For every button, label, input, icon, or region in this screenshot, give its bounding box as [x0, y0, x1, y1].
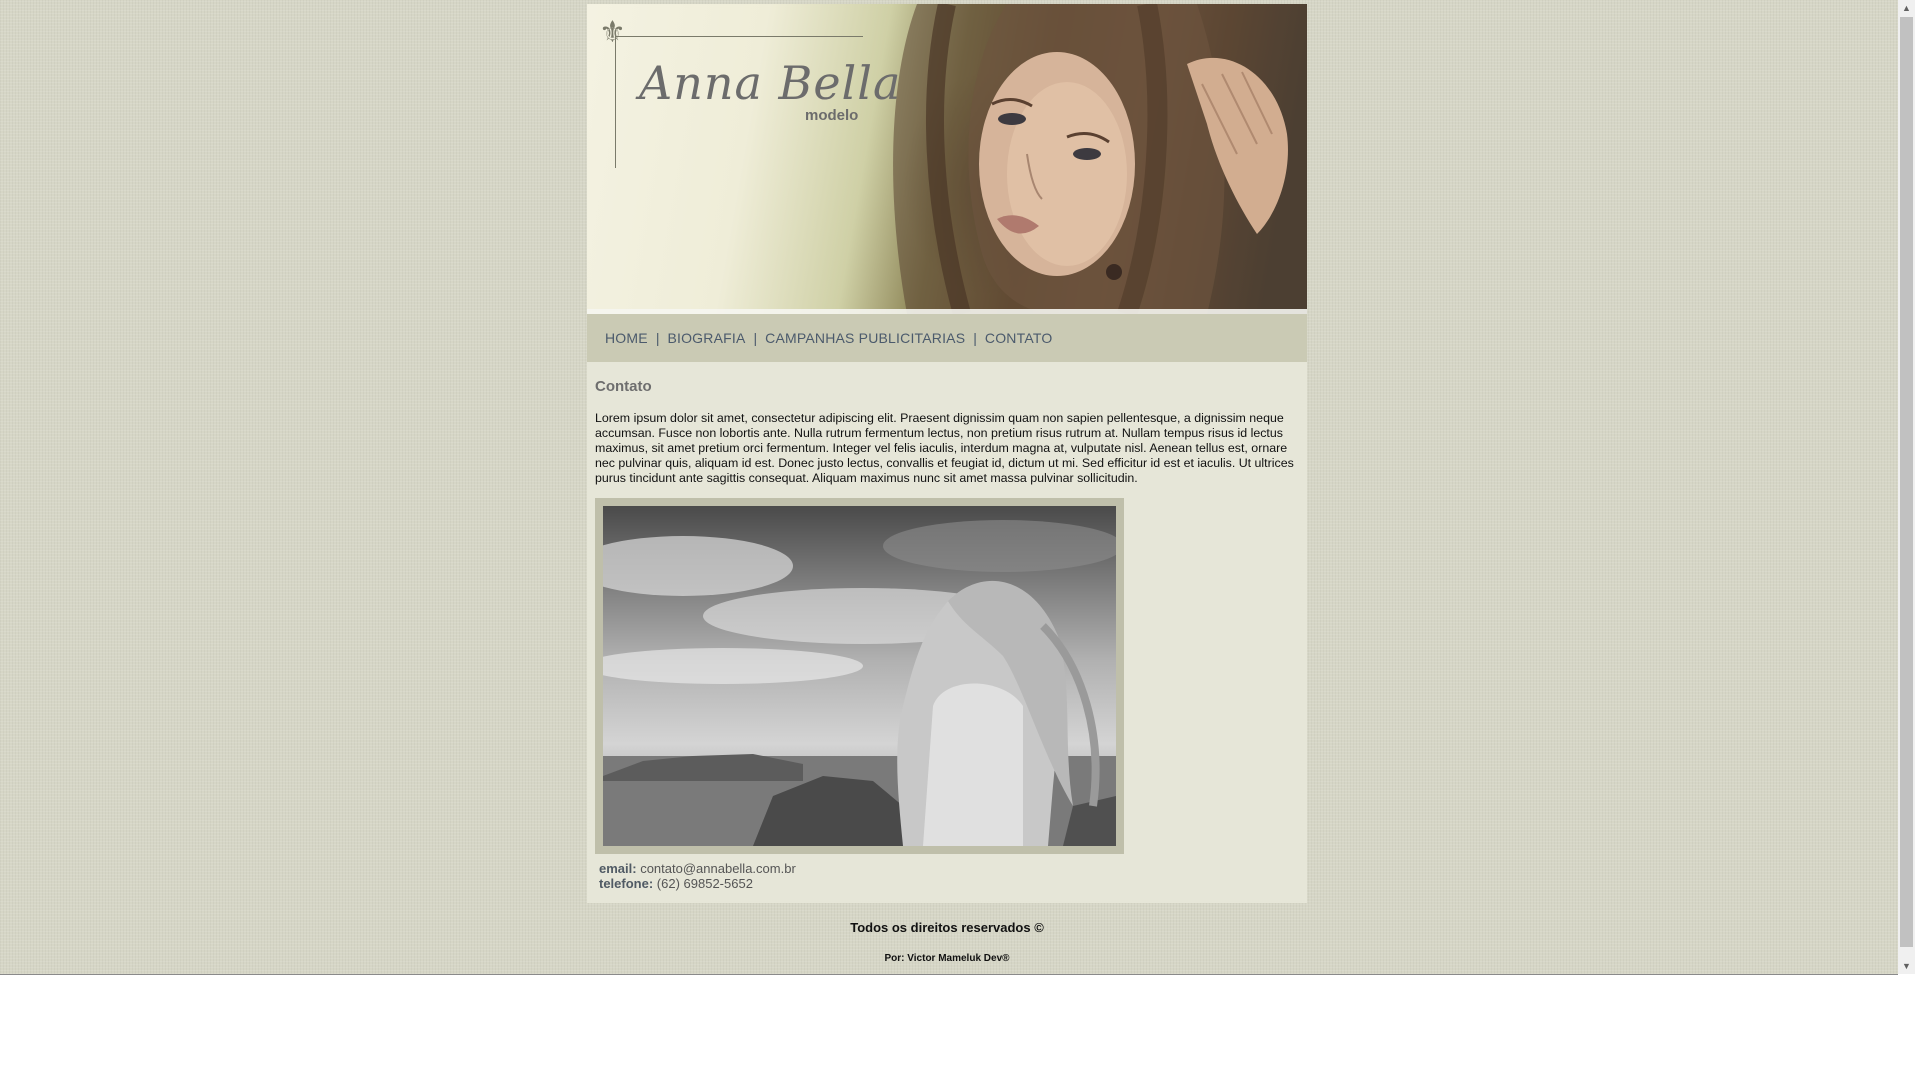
logo-line-horizontal [615, 36, 863, 37]
viewport-bottom-border [0, 974, 1898, 975]
nav-separator: | [973, 330, 977, 346]
logo-line-vertical [615, 36, 616, 168]
email-label: email: [599, 861, 637, 876]
scroll-down-arrow-icon[interactable]: ▼ [1898, 958, 1915, 974]
vertical-scrollbar[interactable]: ▲ ▼ [1898, 0, 1915, 974]
phone-label: telefone: [599, 876, 654, 891]
phone-row: telefone: (62) 69852-5652 [599, 876, 796, 891]
phone-value: (62) 69852-5652 [656, 876, 753, 891]
footer-rights: Todos os direitos reservados © [850, 920, 1044, 935]
email-row: email: contato@annabella.com.br [599, 861, 796, 876]
contact-info: email: contato@annabella.com.br telefone… [599, 861, 796, 891]
site-logo-subtitle: modelo [805, 107, 859, 124]
content-panel: Contato Lorem ipsum dolor sit amet, cons… [587, 362, 1307, 903]
scroll-up-arrow-icon[interactable]: ▲ [1898, 0, 1915, 16]
scrollbar-thumb[interactable] [1900, 17, 1913, 947]
email-value: contato@annabella.com.br [640, 861, 796, 876]
fleur-de-lis-icon: ⚜ [599, 16, 626, 49]
nav-link-biografia[interactable]: BIOGRAFIA [667, 330, 745, 346]
photo-frame [595, 498, 1124, 854]
nav-link-campanhas[interactable]: CAMPANHAS PUBLICITARIAS [765, 330, 965, 346]
header-banner: ⚜ Anna Bella modelo [587, 4, 1307, 314]
nav-link-contato[interactable]: CONTATO [985, 330, 1053, 346]
footer-author: Por: Victor Mameluk Dev® [884, 953, 1010, 964]
site-logo-name: Anna Bella [639, 56, 902, 110]
body-text: Lorem ipsum dolor sit amet, consectetur … [595, 411, 1294, 485]
model-portrait-image [587, 4, 1307, 314]
seaside-photo-image [603, 506, 1116, 846]
page-title: Contato [595, 378, 652, 395]
main-navigation: HOME | BIOGRAFIA | CAMPANHAS PUBLICITARI… [587, 314, 1307, 362]
nav-link-home[interactable]: HOME [605, 330, 648, 346]
nav-separator: | [655, 330, 660, 346]
page-viewport: ⚜ Anna Bella modelo HOME | BIOGRAFIA | C… [0, 0, 1898, 974]
nav-separator: | [753, 330, 758, 346]
